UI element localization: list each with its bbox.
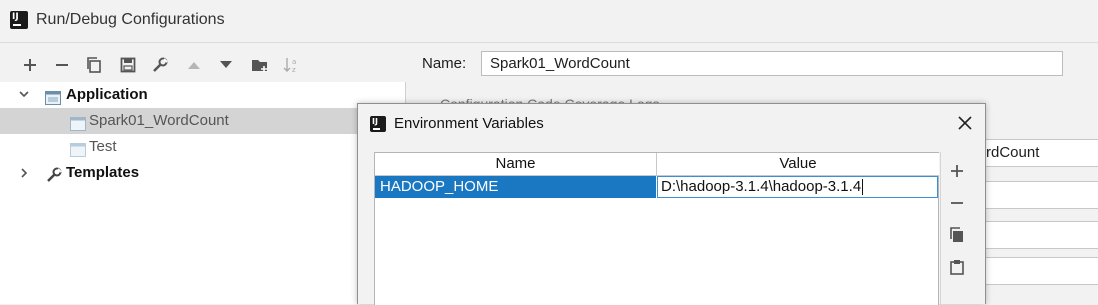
configuration-tree: Application Spark01_WordCount Test Templ… xyxy=(0,82,406,304)
program-arguments-field[interactable] xyxy=(985,221,1098,249)
chevron-right-icon[interactable] xyxy=(18,160,30,186)
tree-label-application: Application xyxy=(66,86,148,103)
env-vars-table: Name Value HADOOP_HOME D:\hadoop-3.1.4\h… xyxy=(374,152,939,305)
window-titlebar: IJ Run/Debug Configurations xyxy=(0,0,1098,42)
tree-node-test[interactable]: Test xyxy=(0,134,405,160)
text-caret xyxy=(862,179,864,196)
move-up-icon[interactable] xyxy=(182,52,206,78)
main-class-field[interactable]: rdCount xyxy=(985,139,1098,167)
intellij-logo-icon: IJ xyxy=(10,11,28,29)
dialog-title: Environment Variables xyxy=(394,115,544,132)
copy-icon[interactable] xyxy=(82,52,106,78)
add-icon[interactable] xyxy=(18,52,42,78)
column-header-value[interactable]: Value xyxy=(657,153,939,176)
folder-icon[interactable] xyxy=(248,52,272,78)
add-icon[interactable] xyxy=(946,160,968,182)
svg-text:a: a xyxy=(292,58,296,66)
titlebar-divider xyxy=(0,42,1098,43)
tree-label-test: Test xyxy=(89,138,117,155)
name-label: Name: xyxy=(422,55,467,72)
vm-options-field[interactable] xyxy=(985,181,1098,209)
main-class-value-partial: rdCount xyxy=(986,144,1040,161)
move-down-icon[interactable] xyxy=(214,52,238,78)
working-directory-field[interactable] xyxy=(985,257,1098,285)
remove-icon[interactable] xyxy=(946,192,968,214)
wrench-icon xyxy=(46,166,62,192)
env-var-value-text: D:\hadoop-3.1.4\hadoop-3.1.4 xyxy=(661,178,862,195)
env-var-value-editor[interactable]: D:\hadoop-3.1.4\hadoop-3.1.4 xyxy=(657,176,938,198)
sort-icon[interactable]: az xyxy=(280,52,304,78)
tree-node-templates[interactable]: Templates xyxy=(0,160,405,186)
tree-label-templates: Templates xyxy=(66,164,140,181)
wrench-icon[interactable] xyxy=(148,52,172,78)
window-title: Run/Debug Configurations xyxy=(36,11,225,28)
tree-node-spark01[interactable]: Spark01_WordCount xyxy=(0,108,405,134)
environment-variables-dialog: IJ Environment Variables Name Value HADO… xyxy=(357,103,986,305)
remove-icon[interactable] xyxy=(50,52,74,78)
intellij-logo-icon: IJ xyxy=(370,116,386,132)
table-actions xyxy=(940,152,972,305)
tree-label-spark01: Spark01_WordCount xyxy=(89,112,229,129)
env-var-name-cell[interactable]: HADOOP_HOME xyxy=(375,176,656,198)
name-field[interactable]: Spark01_WordCount xyxy=(481,51,1063,76)
save-icon[interactable] xyxy=(116,52,140,78)
table-row[interactable]: HADOOP_HOME D:\hadoop-3.1.4\hadoop-3.1.4 xyxy=(375,176,938,198)
column-header-name[interactable]: Name xyxy=(375,153,657,176)
chevron-down-icon[interactable] xyxy=(18,82,30,108)
tree-node-application[interactable]: Application xyxy=(0,82,405,108)
copy-icon[interactable] xyxy=(946,224,968,246)
config-toolbar: az xyxy=(18,52,308,78)
paste-icon[interactable] xyxy=(946,256,968,278)
svg-text:z: z xyxy=(292,66,296,73)
close-icon[interactable] xyxy=(955,113,975,133)
